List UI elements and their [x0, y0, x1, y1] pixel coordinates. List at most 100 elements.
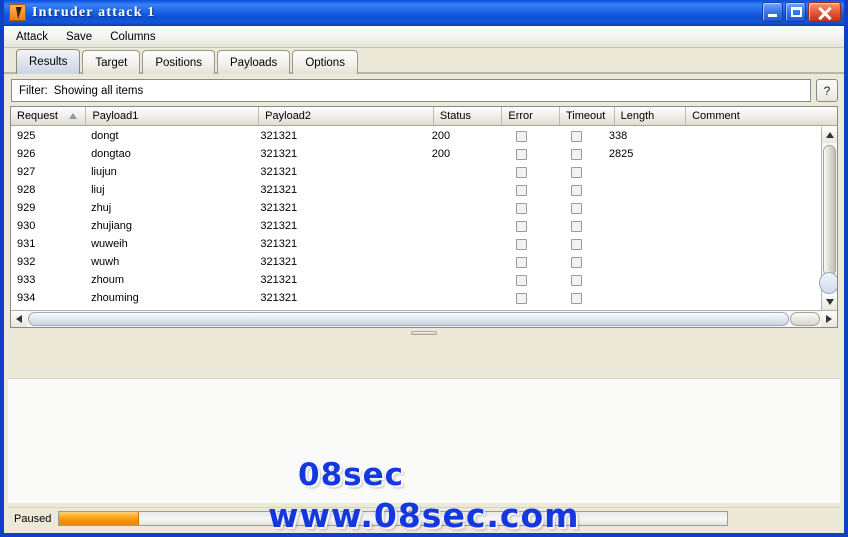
- cell-payload2: 321321: [260, 238, 298, 250]
- table-row[interactable]: 928 liuj 321321: [11, 181, 821, 199]
- help-button[interactable]: ?: [816, 79, 838, 102]
- tab-results[interactable]: Results: [16, 49, 81, 74]
- column-header-timeout[interactable]: Timeout: [560, 107, 615, 125]
- cell-comment: [673, 217, 821, 235]
- table-row[interactable]: 926 dongtao 321321 200 2825: [11, 145, 821, 163]
- cell-error[interactable]: [493, 271, 549, 289]
- timeout-checkbox[interactable]: [570, 130, 582, 142]
- error-checkbox[interactable]: [515, 220, 527, 232]
- vertical-scrollbar[interactable]: [819, 127, 837, 310]
- error-checkbox[interactable]: [515, 292, 527, 304]
- scroll-left-button[interactable]: [11, 311, 27, 327]
- column-header-request[interactable]: Request: [11, 107, 87, 125]
- table-row[interactable]: 933 zhoum 321321: [11, 271, 821, 289]
- chevron-left-icon: [16, 315, 22, 323]
- scroll-up-button[interactable]: [822, 127, 837, 143]
- table-row[interactable]: 930 zhujiang 321321: [11, 217, 821, 235]
- cell-error[interactable]: [493, 217, 549, 235]
- column-header-payload2[interactable]: Payload2: [259, 107, 434, 125]
- cell-request: 927: [17, 166, 36, 178]
- cell-timeout[interactable]: [549, 145, 602, 163]
- minimize-button[interactable]: [762, 2, 783, 22]
- error-checkbox[interactable]: [515, 130, 527, 142]
- column-header-payload1[interactable]: Payload1: [86, 107, 260, 125]
- timeout-checkbox[interactable]: [570, 220, 582, 232]
- cell-error[interactable]: [493, 181, 549, 199]
- column-header-comment[interactable]: Comment: [686, 107, 837, 125]
- cell-error[interactable]: [493, 199, 549, 217]
- menu-item-save[interactable]: Save: [64, 30, 94, 44]
- cell-comment: [673, 127, 821, 145]
- cell-timeout[interactable]: [549, 253, 602, 271]
- sort-ascending-icon: [69, 113, 78, 119]
- timeout-checkbox[interactable]: [570, 274, 582, 286]
- cell-timeout[interactable]: [549, 163, 602, 181]
- timeout-checkbox[interactable]: [570, 202, 582, 214]
- cell-comment: [673, 145, 821, 163]
- error-checkbox[interactable]: [515, 256, 527, 268]
- timeout-checkbox[interactable]: [570, 148, 582, 160]
- tab-positions[interactable]: Positions: [142, 50, 215, 74]
- table-row[interactable]: 934 zhouming 321321: [11, 289, 821, 307]
- cell-error[interactable]: [493, 127, 549, 145]
- timeout-checkbox[interactable]: [570, 256, 582, 268]
- column-header-status[interactable]: Status: [434, 107, 503, 125]
- table-row[interactable]: 929 zhuj 321321: [11, 199, 821, 217]
- horizontal-scrollbar[interactable]: [11, 310, 837, 327]
- column-header-label: Length: [620, 110, 655, 122]
- cell-payload1: zhuj: [91, 202, 112, 214]
- cell-timeout[interactable]: [549, 127, 602, 145]
- cell-length: [603, 181, 673, 199]
- cell-error[interactable]: [493, 235, 549, 253]
- error-checkbox[interactable]: [515, 202, 527, 214]
- cell-error[interactable]: [493, 289, 549, 307]
- error-checkbox[interactable]: [515, 238, 527, 250]
- cell-timeout[interactable]: [549, 235, 602, 253]
- timeout-checkbox[interactable]: [570, 184, 582, 196]
- column-header-error[interactable]: Error: [502, 107, 560, 125]
- filter-value: Showing all items: [53, 84, 144, 97]
- scroll-right-button[interactable]: [821, 311, 837, 327]
- cell-status: [426, 217, 493, 235]
- table-row[interactable]: 927 liujun 321321: [11, 163, 821, 181]
- timeout-checkbox[interactable]: [570, 292, 582, 304]
- close-button[interactable]: [808, 2, 841, 22]
- column-header-length[interactable]: Length: [615, 107, 687, 125]
- cell-timeout[interactable]: [549, 289, 602, 307]
- menu-item-columns[interactable]: Columns: [108, 30, 157, 44]
- cell-payload1: zhoum: [91, 274, 125, 286]
- horizontal-scroll-thumb[interactable]: [28, 312, 789, 326]
- table-row[interactable]: 931 wuweih 321321: [11, 235, 821, 253]
- cell-comment: [673, 181, 821, 199]
- cell-error[interactable]: [493, 145, 549, 163]
- splitter-grip[interactable]: [411, 331, 437, 335]
- error-checkbox[interactable]: [515, 148, 527, 160]
- filter-bar[interactable]: Filter: Showing all items: [11, 79, 811, 102]
- timeout-checkbox[interactable]: [570, 166, 582, 178]
- scroll-down-button[interactable]: [822, 294, 837, 310]
- cell-timeout[interactable]: [549, 181, 602, 199]
- tab-target[interactable]: Target: [82, 50, 141, 74]
- error-checkbox[interactable]: [515, 166, 527, 178]
- tab-payloads[interactable]: Payloads: [217, 50, 291, 74]
- cell-length: [603, 289, 673, 307]
- cell-timeout[interactable]: [549, 271, 602, 289]
- cell-error[interactable]: [493, 253, 549, 271]
- cell-timeout[interactable]: [549, 217, 602, 235]
- pane-splitter[interactable]: [4, 328, 844, 338]
- maximize-button[interactable]: [785, 2, 806, 22]
- table-row[interactable]: 932 wuwh 321321: [11, 253, 821, 271]
- timeout-checkbox[interactable]: [570, 238, 582, 250]
- error-checkbox[interactable]: [515, 274, 527, 286]
- cell-length: [603, 253, 673, 271]
- tab-options[interactable]: Options: [292, 50, 358, 74]
- table-row[interactable]: 925 dongt 321321 200 338: [11, 127, 821, 145]
- cell-error[interactable]: [493, 163, 549, 181]
- cell-payload2: 321321: [260, 184, 298, 196]
- cell-timeout[interactable]: [549, 199, 602, 217]
- vertical-scroll-thumb[interactable]: [823, 145, 836, 276]
- cell-status: 200: [431, 148, 451, 160]
- error-checkbox[interactable]: [515, 184, 527, 196]
- menu-item-attack[interactable]: Attack: [14, 30, 50, 44]
- cell-payload2: 321321: [260, 220, 298, 232]
